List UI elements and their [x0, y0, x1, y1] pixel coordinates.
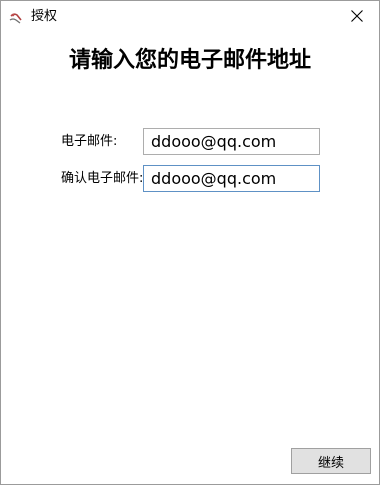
email-field[interactable] [143, 128, 320, 155]
page-heading: 请输入您的电子邮件地址 [68, 48, 311, 73]
continue-button[interactable]: 继续 [291, 448, 371, 474]
confirm-email-field[interactable] [143, 165, 320, 192]
title-bar: 授权 [1, 1, 379, 32]
authorization-dialog: 授权 请输入您的电子邮件地址 电子邮件: 确认电子邮件: 继续 [0, 0, 380, 485]
app-logo-icon [9, 10, 23, 24]
window-title: 授权 [31, 9, 58, 24]
email-label: 电子邮件: [61, 134, 118, 149]
close-button[interactable] [335, 1, 379, 32]
close-icon [351, 10, 363, 22]
confirm-email-label: 确认电子邮件: [61, 171, 144, 186]
